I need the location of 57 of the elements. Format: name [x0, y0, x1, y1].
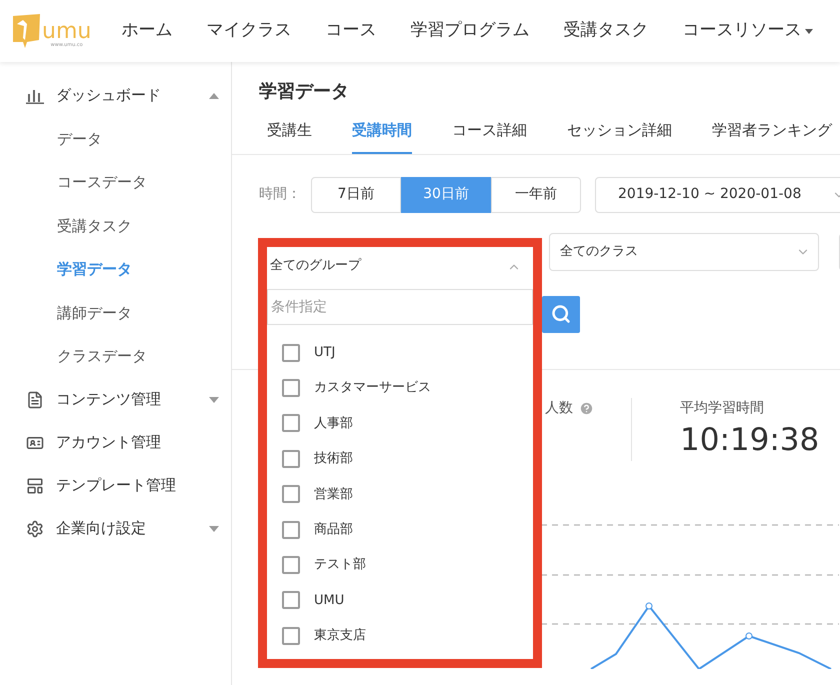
- stat-label: 平均学習時間: [680, 398, 764, 418]
- checkbox[interactable]: [282, 379, 300, 398]
- nav-link[interactable]: マイクラス: [206, 18, 292, 44]
- group-option[interactable]: 東京支店: [267, 618, 533, 654]
- document-icon: [26, 390, 44, 408]
- sidebar-subitem[interactable]: コースデータ: [0, 160, 231, 204]
- tab[interactable]: コース詳細: [452, 119, 527, 154]
- tab[interactable]: セッション詳細: [567, 119, 672, 154]
- filter-input[interactable]: 条件指定: [267, 289, 533, 325]
- sidebar-subitem[interactable]: クラスデータ: [0, 334, 231, 378]
- date-range-select[interactable]: 2019-12-10 ~ 2020-01-08: [595, 176, 840, 212]
- nav-link[interactable]: 受講タスク: [563, 18, 648, 44]
- group-option[interactable]: 商品部: [267, 512, 533, 548]
- search-icon: [551, 304, 571, 324]
- group-option[interactable]: 技術部: [267, 441, 533, 477]
- group-select[interactable]: 全てのグループ: [267, 247, 533, 289]
- checkbox[interactable]: [282, 556, 300, 574]
- group-option[interactable]: UMU: [267, 582, 533, 618]
- group-option[interactable]: UTJ: [267, 335, 533, 370]
- page-title: 学習データ: [259, 80, 350, 104]
- range-button[interactable]: 一年前: [491, 176, 581, 212]
- group-option[interactable]: テスト部: [267, 547, 533, 583]
- range-button[interactable]: 7日前: [311, 176, 401, 212]
- tab[interactable]: 学習者ランキング: [712, 119, 832, 154]
- checkbox[interactable]: [282, 626, 300, 645]
- sidebar-subitem[interactable]: 受講タスク: [0, 204, 231, 248]
- checkbox[interactable]: [282, 485, 300, 504]
- sidebar-subitem[interactable]: データ: [0, 117, 231, 160]
- sidebar-item[interactable]: テンプレート管理: [0, 464, 231, 507]
- sidebar-item[interactable]: 企業向け設定: [0, 507, 231, 550]
- logo-icon: [13, 14, 40, 48]
- stat-value: 10:19:38: [680, 420, 820, 460]
- checkbox[interactable]: [282, 414, 300, 432]
- nav-link[interactable]: コース: [325, 18, 376, 44]
- sidebar-item[interactable]: ダッシュボード: [0, 74, 231, 117]
- time-label: 時間：: [259, 185, 301, 204]
- tab[interactable]: 受講生: [267, 119, 312, 154]
- nav-link[interactable]: コースリソース: [682, 18, 814, 44]
- logo-text: umu: [42, 21, 92, 43]
- stat-label: 人数: [545, 398, 573, 418]
- group-option[interactable]: 人事部: [267, 406, 533, 442]
- sidebar-item[interactable]: コンテンツ管理: [0, 378, 231, 421]
- group-option[interactable]: カスタマーサービス: [267, 370, 533, 406]
- checkbox[interactable]: [282, 520, 300, 539]
- sidebar-item[interactable]: アカウント管理: [0, 421, 231, 464]
- template-icon: [26, 476, 44, 494]
- group-option[interactable]: 営業部: [267, 476, 533, 512]
- settings-icon: [26, 520, 44, 538]
- checkbox[interactable]: [282, 344, 300, 362]
- checkbox[interactable]: [282, 450, 300, 468]
- class-select[interactable]: 全てのクラス: [549, 232, 819, 270]
- nav-link[interactable]: ホーム: [121, 18, 172, 44]
- checkbox[interactable]: [282, 591, 300, 610]
- nav-link[interactable]: 学習プログラム: [410, 18, 530, 44]
- search-button[interactable]: [542, 296, 580, 332]
- sidebar-subitem[interactable]: 講師データ: [0, 291, 231, 334]
- bar-chart-icon: [26, 88, 44, 104]
